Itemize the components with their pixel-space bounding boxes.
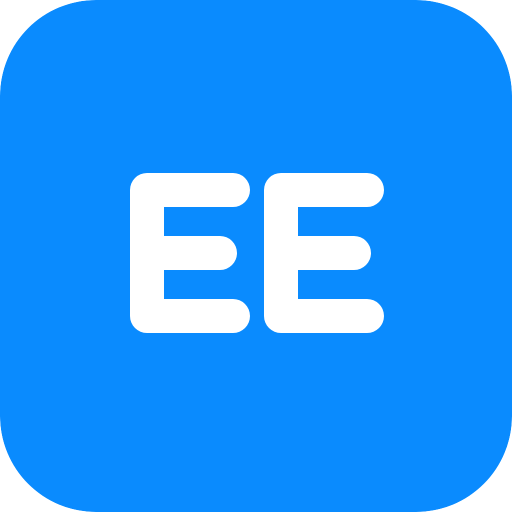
icon-background xyxy=(0,0,512,512)
ee-app-icon: EE xyxy=(0,0,512,512)
ee-icon xyxy=(0,0,512,512)
